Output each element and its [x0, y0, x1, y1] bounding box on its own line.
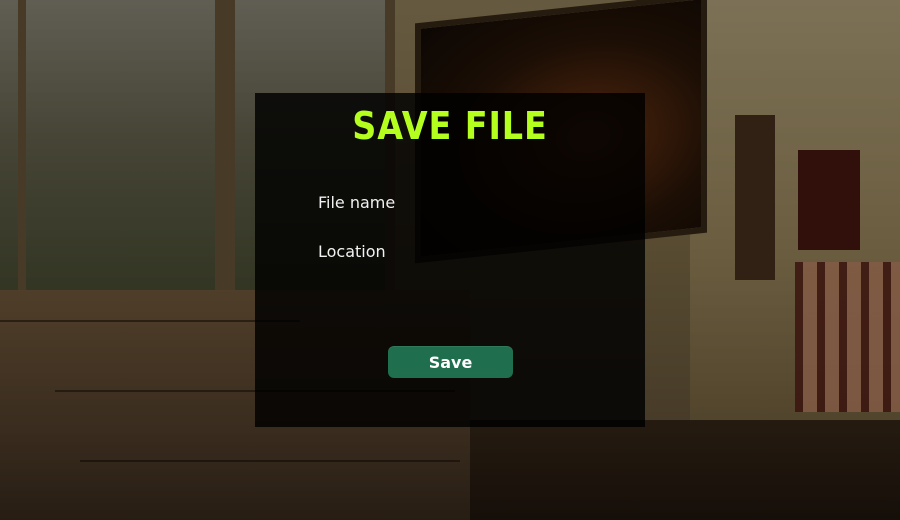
file-name-label: File name [318, 193, 396, 212]
dialog-title: SAVE FILE [352, 104, 548, 148]
save-button[interactable]: Save [388, 346, 513, 378]
location-input[interactable] [400, 239, 628, 263]
location-label: Location [318, 242, 386, 261]
file-name-input[interactable] [400, 190, 628, 214]
